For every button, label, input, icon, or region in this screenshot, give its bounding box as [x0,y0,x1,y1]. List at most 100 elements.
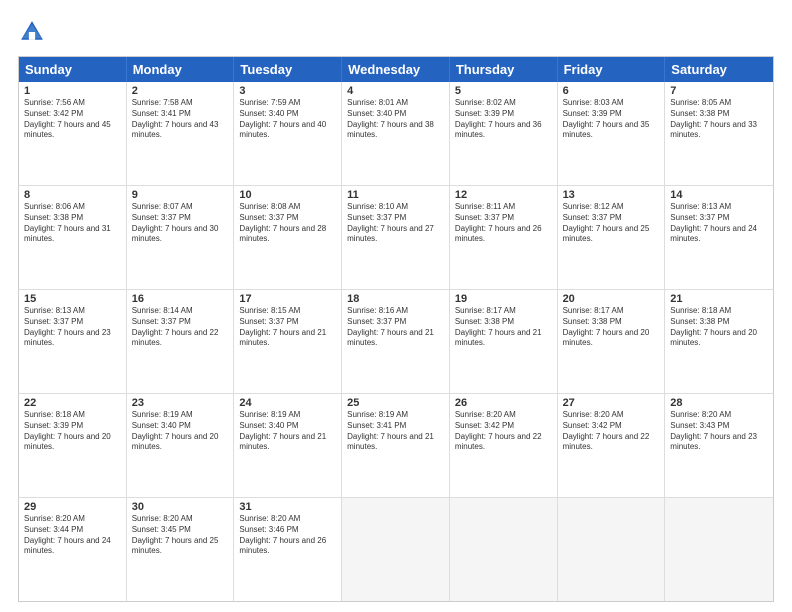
day-number: 29 [24,501,121,513]
day-cell-6: 6Sunrise: 8:03 AM Sunset: 3:39 PM Daylig… [558,82,666,185]
day-number: 7 [670,85,768,97]
day-number: 22 [24,397,121,409]
day-info: Sunrise: 8:19 AM Sunset: 3:40 PM Dayligh… [132,410,229,453]
day-info: Sunrise: 8:20 AM Sunset: 3:46 PM Dayligh… [239,514,336,557]
weekday-header-friday: Friday [558,57,666,82]
day-cell-14: 14Sunrise: 8:13 AM Sunset: 3:37 PM Dayli… [665,186,773,289]
day-number: 28 [670,397,768,409]
day-cell-12: 12Sunrise: 8:11 AM Sunset: 3:37 PM Dayli… [450,186,558,289]
day-number: 16 [132,293,229,305]
weekday-header-sunday: Sunday [19,57,127,82]
day-cell-29: 29Sunrise: 8:20 AM Sunset: 3:44 PM Dayli… [19,498,127,601]
day-number: 10 [239,189,336,201]
day-number: 3 [239,85,336,97]
day-number: 6 [563,85,660,97]
calendar-row-5: 29Sunrise: 8:20 AM Sunset: 3:44 PM Dayli… [19,498,773,601]
day-cell-19: 19Sunrise: 8:17 AM Sunset: 3:38 PM Dayli… [450,290,558,393]
day-cell-20: 20Sunrise: 8:17 AM Sunset: 3:38 PM Dayli… [558,290,666,393]
day-info: Sunrise: 7:59 AM Sunset: 3:40 PM Dayligh… [239,98,336,141]
day-info: Sunrise: 8:20 AM Sunset: 3:42 PM Dayligh… [563,410,660,453]
weekday-header-thursday: Thursday [450,57,558,82]
day-number: 15 [24,293,121,305]
calendar: SundayMondayTuesdayWednesdayThursdayFrid… [18,56,774,602]
logo-icon [18,18,46,46]
day-number: 19 [455,293,552,305]
day-cell-28: 28Sunrise: 8:20 AM Sunset: 3:43 PM Dayli… [665,394,773,497]
day-info: Sunrise: 8:03 AM Sunset: 3:39 PM Dayligh… [563,98,660,141]
day-info: Sunrise: 8:13 AM Sunset: 3:37 PM Dayligh… [670,202,768,245]
day-number: 23 [132,397,229,409]
day-cell-21: 21Sunrise: 8:18 AM Sunset: 3:38 PM Dayli… [665,290,773,393]
day-cell-8: 8Sunrise: 8:06 AM Sunset: 3:38 PM Daylig… [19,186,127,289]
day-number: 18 [347,293,444,305]
day-cell-24: 24Sunrise: 8:19 AM Sunset: 3:40 PM Dayli… [234,394,342,497]
day-number: 20 [563,293,660,305]
day-number: 24 [239,397,336,409]
day-info: Sunrise: 8:20 AM Sunset: 3:44 PM Dayligh… [24,514,121,557]
calendar-header: SundayMondayTuesdayWednesdayThursdayFrid… [19,57,773,82]
day-cell-3: 3Sunrise: 7:59 AM Sunset: 3:40 PM Daylig… [234,82,342,185]
day-info: Sunrise: 8:19 AM Sunset: 3:41 PM Dayligh… [347,410,444,453]
day-info: Sunrise: 8:02 AM Sunset: 3:39 PM Dayligh… [455,98,552,141]
day-cell-10: 10Sunrise: 8:08 AM Sunset: 3:37 PM Dayli… [234,186,342,289]
day-number: 5 [455,85,552,97]
logo [18,18,50,46]
day-number: 1 [24,85,121,97]
day-info: Sunrise: 8:20 AM Sunset: 3:45 PM Dayligh… [132,514,229,557]
day-cell-9: 9Sunrise: 8:07 AM Sunset: 3:37 PM Daylig… [127,186,235,289]
day-number: 17 [239,293,336,305]
day-number: 9 [132,189,229,201]
day-cell-17: 17Sunrise: 8:15 AM Sunset: 3:37 PM Dayli… [234,290,342,393]
day-cell-18: 18Sunrise: 8:16 AM Sunset: 3:37 PM Dayli… [342,290,450,393]
day-cell-15: 15Sunrise: 8:13 AM Sunset: 3:37 PM Dayli… [19,290,127,393]
day-number: 4 [347,85,444,97]
day-info: Sunrise: 7:58 AM Sunset: 3:41 PM Dayligh… [132,98,229,141]
day-number: 2 [132,85,229,97]
empty-cell-4-4 [450,498,558,601]
page: SundayMondayTuesdayWednesdayThursdayFrid… [0,0,792,612]
empty-cell-4-3 [342,498,450,601]
day-info: Sunrise: 8:01 AM Sunset: 3:40 PM Dayligh… [347,98,444,141]
calendar-row-3: 15Sunrise: 8:13 AM Sunset: 3:37 PM Dayli… [19,290,773,394]
day-info: Sunrise: 8:11 AM Sunset: 3:37 PM Dayligh… [455,202,552,245]
header [18,18,774,46]
day-info: Sunrise: 8:15 AM Sunset: 3:37 PM Dayligh… [239,306,336,349]
day-cell-13: 13Sunrise: 8:12 AM Sunset: 3:37 PM Dayli… [558,186,666,289]
day-info: Sunrise: 8:05 AM Sunset: 3:38 PM Dayligh… [670,98,768,141]
calendar-body: 1Sunrise: 7:56 AM Sunset: 3:42 PM Daylig… [19,82,773,601]
day-number: 27 [563,397,660,409]
day-info: Sunrise: 8:12 AM Sunset: 3:37 PM Dayligh… [563,202,660,245]
day-number: 14 [670,189,768,201]
day-info: Sunrise: 7:56 AM Sunset: 3:42 PM Dayligh… [24,98,121,141]
day-info: Sunrise: 8:08 AM Sunset: 3:37 PM Dayligh… [239,202,336,245]
day-cell-5: 5Sunrise: 8:02 AM Sunset: 3:39 PM Daylig… [450,82,558,185]
day-cell-2: 2Sunrise: 7:58 AM Sunset: 3:41 PM Daylig… [127,82,235,185]
day-cell-7: 7Sunrise: 8:05 AM Sunset: 3:38 PM Daylig… [665,82,773,185]
empty-cell-4-5 [558,498,666,601]
day-cell-22: 22Sunrise: 8:18 AM Sunset: 3:39 PM Dayli… [19,394,127,497]
weekday-header-monday: Monday [127,57,235,82]
weekday-header-saturday: Saturday [665,57,773,82]
day-info: Sunrise: 8:17 AM Sunset: 3:38 PM Dayligh… [455,306,552,349]
day-info: Sunrise: 8:06 AM Sunset: 3:38 PM Dayligh… [24,202,121,245]
day-info: Sunrise: 8:19 AM Sunset: 3:40 PM Dayligh… [239,410,336,453]
empty-cell-4-6 [665,498,773,601]
calendar-row-4: 22Sunrise: 8:18 AM Sunset: 3:39 PM Dayli… [19,394,773,498]
day-number: 30 [132,501,229,513]
day-info: Sunrise: 8:18 AM Sunset: 3:39 PM Dayligh… [24,410,121,453]
day-info: Sunrise: 8:18 AM Sunset: 3:38 PM Dayligh… [670,306,768,349]
weekday-header-tuesday: Tuesday [234,57,342,82]
day-cell-30: 30Sunrise: 8:20 AM Sunset: 3:45 PM Dayli… [127,498,235,601]
day-number: 26 [455,397,552,409]
day-info: Sunrise: 8:10 AM Sunset: 3:37 PM Dayligh… [347,202,444,245]
day-cell-26: 26Sunrise: 8:20 AM Sunset: 3:42 PM Dayli… [450,394,558,497]
day-number: 21 [670,293,768,305]
day-info: Sunrise: 8:20 AM Sunset: 3:43 PM Dayligh… [670,410,768,453]
day-info: Sunrise: 8:14 AM Sunset: 3:37 PM Dayligh… [132,306,229,349]
day-info: Sunrise: 8:20 AM Sunset: 3:42 PM Dayligh… [455,410,552,453]
day-number: 12 [455,189,552,201]
day-info: Sunrise: 8:16 AM Sunset: 3:37 PM Dayligh… [347,306,444,349]
day-info: Sunrise: 8:13 AM Sunset: 3:37 PM Dayligh… [24,306,121,349]
calendar-row-1: 1Sunrise: 7:56 AM Sunset: 3:42 PM Daylig… [19,82,773,186]
day-info: Sunrise: 8:07 AM Sunset: 3:37 PM Dayligh… [132,202,229,245]
